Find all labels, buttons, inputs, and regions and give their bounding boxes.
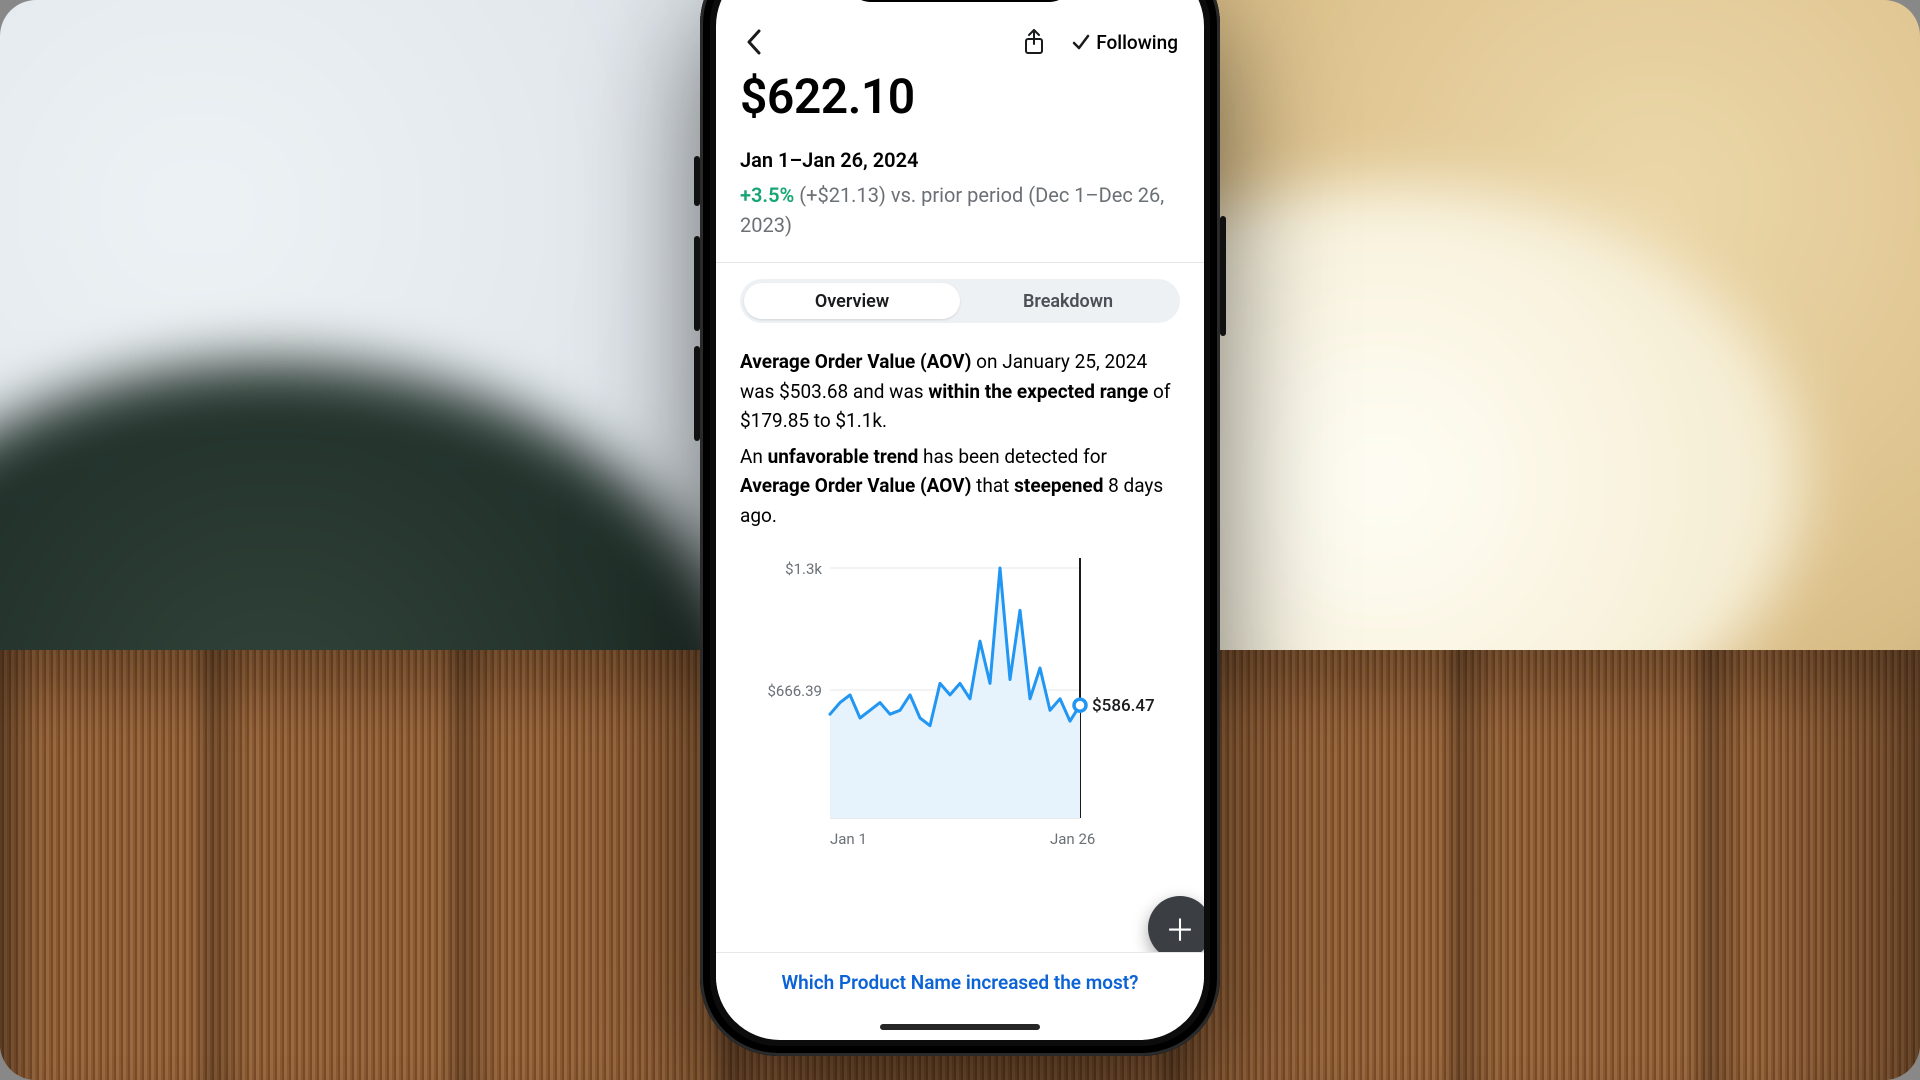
share-icon bbox=[1023, 28, 1045, 56]
suggested-question[interactable]: Which Product Name increased the most? bbox=[716, 952, 1204, 1022]
metric-delta-abs: (+$21.13) bbox=[799, 183, 886, 207]
suggested-question-link[interactable]: Which Product Name increased the most? bbox=[781, 971, 1138, 994]
metric-compare: +3.5% (+$21.13) vs. prior period (Dec 1–… bbox=[740, 180, 1180, 240]
insight-metric-name: Average Order Value (AOV) bbox=[740, 350, 971, 373]
chart-xtick-start: Jan 1 bbox=[830, 830, 867, 848]
metric-delta-pct: +3.5% bbox=[740, 183, 794, 207]
phone-notch bbox=[845, 0, 1075, 2]
chart-point-label: $586.47 bbox=[1092, 696, 1155, 716]
metric-content: $622.10 Jan 1–Jan 26, 2024 +3.5% (+$21.1… bbox=[716, 68, 1204, 858]
nav-bar: Following bbox=[716, 20, 1204, 68]
chevron-left-icon bbox=[746, 29, 762, 55]
follow-toggle[interactable]: Following bbox=[1066, 27, 1184, 58]
phone-volume-up bbox=[694, 236, 700, 331]
metric-value: $622.10 bbox=[740, 72, 1180, 122]
share-button[interactable] bbox=[1016, 24, 1052, 60]
phone-frame: 9:41 bbox=[700, 0, 1220, 1056]
insight-text: Average Order Value (AOV) on January 25,… bbox=[740, 347, 1180, 530]
check-icon bbox=[1072, 33, 1090, 51]
chart-ytick-mid: $666.39 bbox=[767, 682, 822, 700]
tab-breakdown[interactable]: Breakdown bbox=[960, 283, 1176, 319]
metric-date-range: Jan 1–Jan 26, 2024 bbox=[740, 148, 1180, 172]
tab-overview[interactable]: Overview bbox=[744, 283, 960, 319]
back-button[interactable] bbox=[736, 24, 772, 60]
tab-bar: Overview Breakdown bbox=[740, 279, 1180, 323]
phone-mute-switch bbox=[694, 156, 700, 206]
chart-svg: $1.3k $666.39 $586.47 Jan 1 Jan 26 bbox=[740, 548, 1180, 858]
home-indicator[interactable] bbox=[880, 1024, 1040, 1030]
plus-icon: ＋ bbox=[1165, 906, 1195, 950]
chart-ytick-top: $1.3k bbox=[785, 560, 822, 578]
divider bbox=[716, 262, 1204, 263]
phone-screen: 9:41 bbox=[716, 0, 1204, 1040]
status-bar: 9:41 bbox=[716, 0, 1204, 20]
phone-side-button bbox=[1220, 216, 1226, 336]
status-time: 9:41 bbox=[742, 0, 780, 3]
add-button[interactable]: ＋ bbox=[1148, 896, 1204, 960]
phone-volume-down bbox=[694, 346, 700, 441]
follow-label: Following bbox=[1096, 31, 1178, 54]
aov-line-chart[interactable]: $1.3k $666.39 $586.47 Jan 1 Jan 26 bbox=[740, 548, 1180, 858]
scene-stage: 9:41 bbox=[0, 0, 1920, 1080]
chart-xtick-end: Jan 26 bbox=[1050, 830, 1095, 848]
